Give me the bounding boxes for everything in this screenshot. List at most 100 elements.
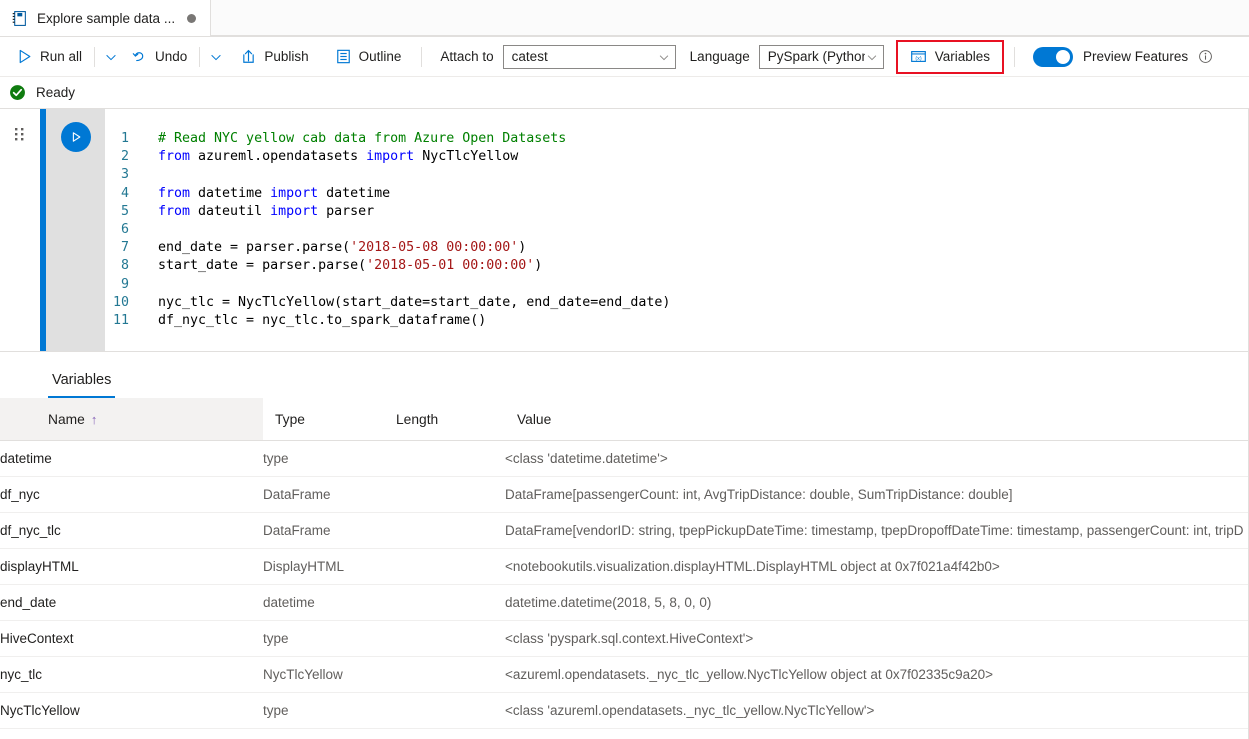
notebook-toolbar: Run all Undo Publish Outline Attach to c… [0, 37, 1249, 77]
run-cell-button[interactable] [61, 122, 91, 152]
variable-type-cell: DisplayHTML [263, 549, 384, 585]
run-all-button[interactable]: Run all [8, 43, 90, 71]
variable-value-cell: <class 'azureml.opendatasets._nyc_tlc_ye… [505, 693, 1248, 729]
variable-name-cell: displayHTML [0, 549, 263, 585]
chevron-down-icon [865, 50, 879, 64]
variables-table-header-row: Name↑ Type Length Value [0, 398, 1248, 441]
preview-features-control: Preview Features [1033, 47, 1213, 67]
column-header-length[interactable]: Length [384, 398, 505, 441]
chevron-down-icon [104, 50, 118, 64]
status-bar: Ready [0, 77, 1249, 109]
variable-length-cell [384, 693, 505, 729]
attach-to-value: catest [512, 49, 657, 64]
svg-text:(x): (x) [915, 56, 922, 62]
line-number: 7 [105, 240, 158, 255]
code-cell: 1# Read NYC yellow cab data from Azure O… [0, 109, 1248, 351]
variables-panel-tabrow: Variables [0, 352, 1248, 398]
line-number: 11 [105, 313, 158, 328]
variables-label: Variables [935, 49, 990, 64]
sort-ascending-icon: ↑ [91, 412, 98, 427]
status-text: Ready [36, 85, 75, 100]
code-text: # Read NYC yellow cab data from Azure Op… [158, 131, 566, 146]
undo-button[interactable]: Undo [123, 43, 195, 71]
code-text: from datetime import datetime [158, 186, 390, 201]
variable-length-cell [384, 549, 505, 585]
variable-value-cell: <class 'datetime.datetime'> [505, 441, 1248, 477]
variables-button[interactable]: (x) Variables [904, 45, 996, 69]
play-icon [69, 130, 83, 144]
line-number: 1 [105, 131, 158, 146]
column-header-value[interactable]: Value [505, 398, 1248, 441]
variable-name-cell: datetime [0, 441, 263, 477]
code-text: start_date = parser.parse('2018-05-01 00… [158, 258, 542, 273]
variables-icon: (x) [910, 48, 927, 65]
variable-name-cell: df_nyc_tlc [0, 513, 263, 549]
code-line: 8start_date = parser.parse('2018-05-01 0… [105, 258, 1248, 276]
code-text: end_date = parser.parse('2018-05-08 00:0… [158, 240, 526, 255]
table-row[interactable]: datetimetype<class 'datetime.datetime'> [0, 441, 1248, 477]
table-row[interactable]: df_nycDataFrameDataFrame[passengerCount:… [0, 477, 1248, 513]
run-all-label: Run all [40, 49, 82, 64]
code-line: 11df_nyc_tlc = nyc_tlc.to_spark_datafram… [105, 313, 1248, 331]
variable-type-cell: datetime [263, 585, 384, 621]
code-line: 9 [105, 277, 1248, 295]
variable-type-cell: NycTlcYellow [263, 657, 384, 693]
variable-length-cell [384, 477, 505, 513]
preview-features-toggle[interactable] [1033, 47, 1073, 67]
chevron-down-icon [209, 50, 223, 64]
line-number: 9 [105, 277, 158, 292]
variables-table-body: datetimetype<class 'datetime.datetime'>d… [0, 441, 1248, 729]
run-all-menu-button[interactable] [99, 43, 123, 71]
variable-value-cell: DataFrame[passengerCount: int, AvgTripDi… [505, 477, 1248, 513]
cell-drag-handle[interactable] [0, 109, 40, 351]
chevron-down-icon [657, 50, 671, 64]
column-header-name[interactable]: Name↑ [0, 398, 263, 441]
column-header-type[interactable]: Type [263, 398, 384, 441]
table-row[interactable]: NycTlcYellowtype<class 'azureml.opendata… [0, 693, 1248, 729]
toolbar-divider [199, 47, 200, 67]
line-number: 4 [105, 186, 158, 201]
undo-label: Undo [155, 49, 187, 64]
table-row[interactable]: df_nyc_tlcDataFrameDataFrame[vendorID: s… [0, 513, 1248, 549]
publish-button[interactable]: Publish [232, 43, 316, 71]
tab-variables[interactable]: Variables [48, 372, 115, 398]
code-line: 3 [105, 167, 1248, 185]
tab-explore-sample-data[interactable]: Explore sample data ... [0, 0, 211, 36]
variable-length-cell [384, 621, 505, 657]
undo-menu-button[interactable] [204, 43, 228, 71]
outline-button[interactable]: Outline [327, 43, 410, 71]
code-editor[interactable]: 1# Read NYC yellow cab data from Azure O… [105, 109, 1248, 351]
code-line: 7end_date = parser.parse('2018-05-08 00:… [105, 240, 1248, 258]
table-row[interactable]: end_datedatetime datetime.datetime(2018, … [0, 585, 1248, 621]
drag-dots-icon [15, 128, 26, 351]
code-line: 5from dateutil import parser [105, 204, 1248, 222]
variable-type-cell: type [263, 693, 384, 729]
language-dropdown[interactable]: PySpark (Python) [759, 45, 884, 69]
variable-value-cell: DataFrame[vendorID: string, tpepPickupDa… [505, 513, 1248, 549]
toggle-knob [1056, 50, 1070, 64]
table-row[interactable]: HiveContexttype<class 'pyspark.sql.conte… [0, 621, 1248, 657]
publish-label: Publish [264, 49, 308, 64]
line-number: 3 [105, 167, 158, 182]
language-label: Language [690, 49, 750, 64]
info-icon[interactable] [1198, 49, 1213, 64]
variable-value-cell: <azureml.opendatasets._nyc_tlc_yellow.Ny… [505, 657, 1248, 693]
variable-value-cell: <class 'pyspark.sql.context.HiveContext'… [505, 621, 1248, 657]
table-row[interactable]: nyc_tlcNycTlcYellow<azureml.opendatasets… [0, 657, 1248, 693]
table-row[interactable]: displayHTMLDisplayHTML<notebookutils.vis… [0, 549, 1248, 585]
cell-gutter [46, 109, 105, 351]
code-line: 6 [105, 222, 1248, 240]
line-number: 2 [105, 149, 158, 164]
code-line: 1# Read NYC yellow cab data from Azure O… [105, 131, 1248, 149]
line-number: 6 [105, 222, 158, 237]
variable-length-cell [384, 441, 505, 477]
variable-length-cell [384, 657, 505, 693]
code-text: df_nyc_tlc = nyc_tlc.to_spark_dataframe(… [158, 313, 486, 328]
code-text: nyc_tlc = NycTlcYellow(start_date=start_… [158, 295, 670, 310]
attach-to-dropdown[interactable]: catest [503, 45, 676, 69]
variable-value-cell: datetime.datetime(2018, 5, 8, 0, 0) [505, 585, 1248, 621]
toolbar-divider [94, 47, 95, 67]
undo-icon [131, 48, 148, 65]
variable-name-cell: end_date [0, 585, 263, 621]
code-line: 2from azureml.opendatasets import NycTlc… [105, 149, 1248, 167]
